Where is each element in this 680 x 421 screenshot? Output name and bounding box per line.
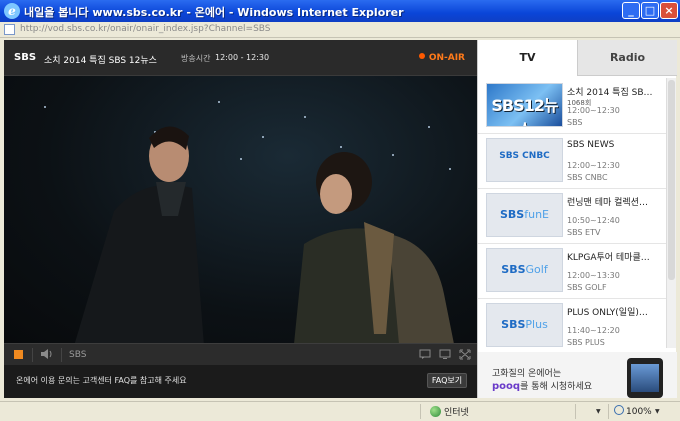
thumbnail-text: SBS CNBC [499,151,550,161]
light-dot [218,101,220,103]
broadcast-time: 12:00 - 12:30 [215,53,270,62]
zone-label: 인터넷 [444,408,469,418]
player-controls: SBS [4,343,477,365]
channel-item-sbs-cnbc[interactable]: SBS CNBC SBS NEWS 12:00~12:30 SBS CNBC [478,133,666,189]
divider [420,404,421,419]
light-dot [262,136,264,138]
thumbnail-text: SBS [499,208,525,221]
zoom-level: 100% [626,407,652,417]
pooq-logo: pooq [492,381,521,392]
light-dot [240,158,242,160]
address-bar: http://vod.sbs.co.kr/onair/onair_index.j… [0,22,680,38]
light-dot [304,116,306,118]
faq-button[interactable]: FAQ보기 [427,373,467,388]
program-time: 12:00~12:30 [567,106,620,115]
channel-item-sbs-golf[interactable]: SBSGolf KLPGA투어 테마클… 12:00~13:30 SBS GOL… [478,243,666,299]
video-player: SBS 소치 2014 특집 SBS 12뉴스 방송시간 12:00 - 12:… [4,40,477,398]
program-time: 12:00~13:30 [567,271,620,280]
thumbnail-subtext: funE [524,208,549,221]
maximize-button[interactable]: □ [641,2,659,19]
scrollbar-thumb[interactable] [668,80,675,280]
phone-image-icon [627,358,663,398]
channel-name: SBS [567,118,583,127]
zoom-control[interactable]: 100% [614,405,652,417]
channel-sidebar: TV Radio SBS12뉴스 소치 2014 특집 SB… 1068회 12… [477,40,677,398]
tab-tv[interactable]: TV [478,40,577,76]
volume-icon[interactable] [40,348,54,360]
sbs-logo: SBS [14,52,37,63]
program-title: 소치 2014 특집 SBS 12뉴스 [44,56,157,66]
window-titlebar: e 내일을 봅니다 www.sbs.co.kr - 온에어 - Windows … [0,0,680,22]
channel-thumbnail: SBS CNBC [486,138,563,182]
page-icon [4,24,15,35]
channel-thumbnail: SBS12뉴스 [486,83,563,127]
security-zone: 인터넷 [430,405,469,418]
divider [575,404,576,419]
man-figure [74,126,204,343]
chat-icon[interactable] [419,349,431,360]
video-screen[interactable] [4,76,477,343]
onair-label: ON-AIR [428,53,465,63]
status-bar: 인터넷 ▼ 100% ▼ [0,401,680,421]
protected-mode-dropdown-icon[interactable]: ▼ [596,408,601,415]
program-time: 12:00~12:30 [567,161,620,170]
channel-name: SBS ETV [567,228,601,237]
promo-line2: pooq를 통해 시청하세요 [492,379,592,392]
thumbnail-text: SBS [501,263,526,276]
stop-button[interactable] [14,350,23,359]
divider [608,404,609,419]
player-footer: 온에어 이용 문의는 고객센터 FAQ를 참고해 주세요 FAQ보기 [4,365,477,398]
program-name: 소치 2014 특집 SB… [567,88,653,98]
tv-radio-tabs: TV Radio [478,40,677,76]
channel-item-sbs[interactable]: SBS12뉴스 소치 2014 특집 SB… 1068회 12:00~12:30… [478,78,666,134]
woman-figure [294,152,454,343]
channel-thumbnail: SBSGolf [486,248,563,292]
channel-thumbnail: SBSfunE [486,193,563,237]
fullscreen-icon[interactable] [459,349,471,360]
program-time: 11:40~12:20 [567,326,620,335]
divider [61,348,62,362]
promo-line2-text: 를 통해 시청하세요 [520,382,593,392]
program-name: 런닝맨 테마 컬렉션… [567,198,648,208]
thumbnail-subtext: Golf [525,263,548,276]
thumbnail-subtext: Plus [525,318,548,331]
channel-thumbnail: SBSPlus [486,303,563,347]
tab-radio[interactable]: Radio [577,40,677,76]
zoom-icon [614,405,624,415]
channel-item-sbs-etv[interactable]: SBSfunE 런닝맨 테마 컬렉션… 10:50~12:40 SBS ETV [478,188,666,244]
thumbnail-text: SBS [501,318,526,331]
program-name: KLPGA투어 테마클… [567,253,650,263]
help-notice: 온에어 이용 문의는 고객센터 FAQ를 참고해 주세요 [16,376,187,385]
player-header: SBS 소치 2014 특집 SBS 12뉴스 방송시간 12:00 - 12:… [4,40,477,76]
channel-list-scrollbar[interactable] [666,78,676,348]
light-dot [428,126,430,128]
thumbnail-text: SBS12뉴스 [491,96,558,126]
broadcast-time-label: 방송시간 [181,54,211,63]
channel-name: SBS GOLF [567,283,607,292]
ie-logo-icon: e [4,3,20,19]
onair-badge: ON-AIR [418,53,465,63]
close-button[interactable]: × [660,2,678,19]
channel-item-sbs-plus[interactable]: SBSPlus PLUS ONLY(일일)… 11:40~12:20 SBS P… [478,298,666,354]
channel-name: SBS CNBC [567,173,608,182]
screen-size-icon[interactable] [439,349,451,360]
pooq-promo-banner[interactable]: 고화질의 온에어는 pooq를 통해 시청하세요 [478,352,677,398]
promo-line1: 고화질의 온에어는 [492,369,562,379]
program-time: 10:50~12:40 [567,216,620,225]
program-name: PLUS ONLY(일일)… [567,308,648,318]
zoom-dropdown-icon[interactable]: ▼ [655,408,660,415]
channel-name: SBS [69,350,87,360]
divider [32,348,33,362]
program-name: SBS NEWS [567,140,615,150]
minimize-button[interactable]: _ [622,2,640,19]
onair-dot-icon [418,53,425,59]
window-title: 내일을 봅니다 www.sbs.co.kr - 온에어 - Windows In… [24,6,404,19]
address-url[interactable]: http://vod.sbs.co.kr/onair/onair_index.j… [20,24,271,34]
internet-globe-icon [430,406,441,417]
light-dot [44,106,46,108]
channel-name: SBS PLUS [567,338,605,347]
